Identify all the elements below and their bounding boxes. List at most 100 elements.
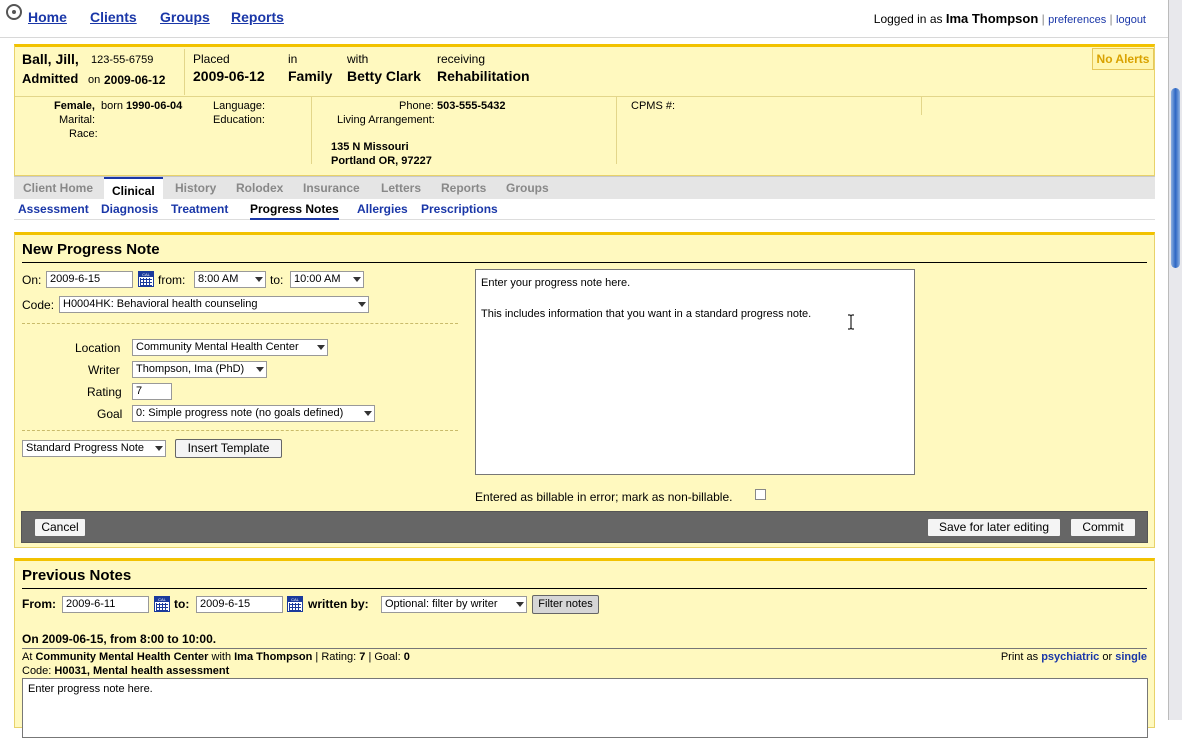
written-by-label: written by: (308, 597, 369, 611)
chevron-down-icon (317, 345, 325, 350)
admitted-label: Admitted (22, 71, 79, 86)
insert-template-button[interactable]: Insert Template (175, 439, 282, 458)
prev-from-label: From: (22, 597, 56, 611)
from-time-select[interactable]: 8:00 AM (194, 271, 266, 288)
on-date-input[interactable]: 2009-6-15 (46, 271, 133, 288)
address-line1: 135 N Missouri (331, 141, 409, 153)
phone-value: 503-555-5432 (437, 100, 506, 112)
chevron-down-icon (353, 277, 361, 282)
logout-link[interactable]: logout (1116, 14, 1146, 26)
chevron-down-icon (358, 302, 366, 307)
previous-notes-panel: Previous Notes From: 2009-6-11 CAL to: 2… (14, 558, 1155, 738)
in-label: in (288, 52, 298, 66)
subtab-diagnosis[interactable]: Diagnosis (101, 202, 158, 216)
subtab-allergies[interactable]: Allergies (357, 202, 408, 216)
print-as-label: Print as (1000, 651, 1039, 663)
note-rating: 7 (359, 651, 366, 663)
nav-reports-link[interactable]: Reports (231, 9, 284, 25)
nav-clients-link[interactable]: Clients (90, 9, 137, 25)
template-select[interactable]: Standard Progress Note (22, 440, 166, 457)
divider (616, 97, 617, 164)
marital-label: Marital: (59, 114, 96, 126)
save-for-later-button[interactable]: Save for later editing (927, 518, 1061, 537)
tab-clinical[interactable]: Clinical (104, 177, 163, 200)
to-time-select[interactable]: 10:00 AM (290, 271, 364, 288)
subtab-assessment[interactable]: Assessment (18, 202, 89, 216)
to-label: to: (270, 273, 284, 287)
writer-filter-value: Optional: filter by writer (385, 598, 498, 610)
prev-to-label: to: (174, 597, 190, 611)
subtab-treatment[interactable]: Treatment (171, 202, 228, 216)
note-entry-meta: At Community Mental Health Center with I… (22, 651, 410, 663)
admitted-date: 2009-06-12 (104, 73, 166, 87)
subtab-progress-notes[interactable]: Progress Notes (250, 202, 339, 220)
tab-rolodex[interactable]: Rolodex (236, 181, 283, 195)
at-label: At (22, 651, 33, 663)
template-value: Standard Progress Note (26, 442, 145, 454)
billable-error-label: Entered as billable in error; mark as no… (475, 490, 733, 504)
code-value: H0004HK: Behavioral health counseling (63, 298, 258, 310)
phone-label: Phone: (399, 100, 434, 112)
rating-input[interactable]: 7 (132, 383, 172, 400)
scrollbar-thumb[interactable] (1171, 88, 1180, 268)
subtab-prescriptions[interactable]: Prescriptions (421, 202, 498, 216)
page-scrollbar[interactable] (1168, 0, 1182, 720)
progress-note-textarea[interactable]: Enter your progress note here. This incl… (475, 269, 915, 475)
note-code-line: Code: H0031, Mental health assessment (22, 665, 229, 677)
admitted-on-label: on (88, 74, 101, 86)
top-navigation-bar: Home Clients Groups Reports Logged in as… (0, 0, 1168, 38)
writer-filter-select[interactable]: Optional: filter by writer (381, 596, 527, 613)
tab-history[interactable]: History (175, 181, 216, 195)
chevron-down-icon (155, 446, 163, 451)
tab-reports[interactable]: Reports (441, 181, 486, 195)
writer-select[interactable]: Thompson, Ima (PhD) (132, 361, 267, 378)
divider (921, 97, 922, 115)
filter-notes-button[interactable]: Filter notes (532, 595, 599, 614)
previous-note-text: Enter progress note here. (22, 678, 1148, 738)
cancel-button[interactable]: Cancel (34, 518, 86, 537)
tab-client-home[interactable]: Client Home (23, 181, 93, 195)
writer-value: Thompson, Ima (PhD) (136, 363, 245, 375)
code-select[interactable]: H0004HK: Behavioral health counseling (59, 296, 369, 313)
nav-groups-link[interactable]: Groups (160, 9, 210, 25)
code-label: Code: (22, 665, 52, 677)
receiving-value: Rehabilitation (437, 68, 530, 84)
commit-button[interactable]: Commit (1070, 518, 1136, 537)
header-divider (15, 96, 1154, 97)
calendar-icon[interactable]: CAL (138, 271, 154, 287)
tab-insurance[interactable]: Insurance (303, 181, 360, 195)
client-id: 123-55-6759 (91, 54, 154, 66)
born-label: born (101, 100, 124, 112)
non-billable-checkbox[interactable] (755, 489, 766, 500)
to-time-value: 10:00 AM (294, 273, 341, 285)
login-separator: | (1041, 12, 1045, 26)
tab-letters[interactable]: Letters (381, 181, 421, 195)
nav-home-link[interactable]: Home (28, 9, 67, 25)
dashed-divider (22, 430, 458, 431)
note-location: Community Mental Health Center (35, 651, 209, 663)
calendar-icon[interactable]: CAL (154, 596, 170, 612)
calendar-grid (140, 278, 152, 286)
alerts-badge[interactable]: No Alerts (1092, 48, 1154, 70)
prev-to-date-input[interactable]: 2009-6-15 (196, 596, 283, 613)
code-label: Code: (22, 298, 55, 312)
dashed-divider (22, 323, 458, 324)
goal-select[interactable]: 0: Simple progress note (no goals define… (132, 405, 375, 422)
chevron-down-icon (364, 411, 372, 416)
client-sex: Female, (54, 100, 95, 112)
prev-from-date-input[interactable]: 2009-6-11 (62, 596, 149, 613)
chevron-down-icon (516, 602, 524, 607)
text-cursor-icon (848, 314, 854, 330)
title-rule (22, 588, 1147, 589)
calendar-icon[interactable]: CAL (287, 596, 303, 612)
print-psychiatric-link[interactable]: psychiatric (1041, 651, 1099, 663)
tab-groups[interactable]: Groups (506, 181, 549, 195)
location-select[interactable]: Community Mental Health Center (132, 339, 328, 356)
divider (184, 49, 185, 95)
chevron-down-icon (255, 277, 263, 282)
goal-label: Goal (97, 407, 123, 421)
born-date: 1990-06-04 (126, 100, 183, 112)
print-options: Print as psychiatric or single (1001, 651, 1147, 663)
preferences-link[interactable]: preferences (1048, 14, 1106, 26)
print-single-link[interactable]: single (1115, 651, 1147, 663)
